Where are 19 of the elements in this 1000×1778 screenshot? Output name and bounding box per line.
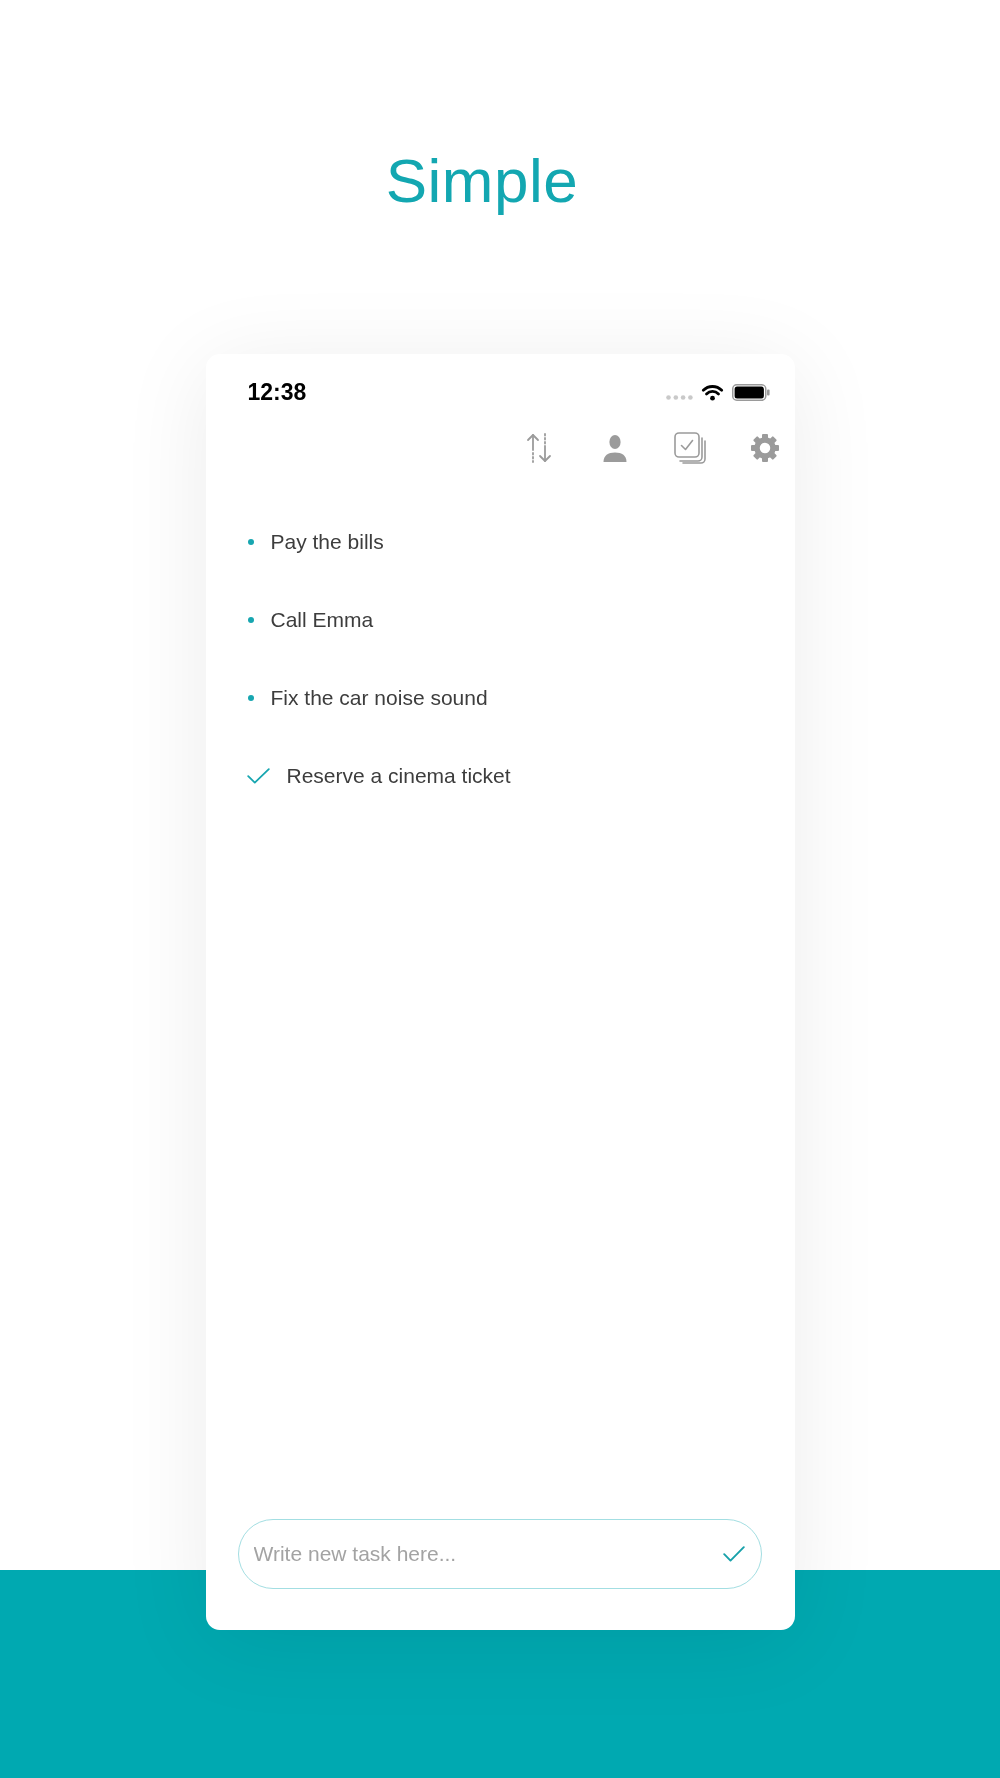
checkbox-stack-icon — [673, 432, 706, 464]
wifi-icon — [699, 383, 725, 401]
completed-tasks-button[interactable] — [673, 432, 706, 464]
account-button[interactable] — [602, 433, 627, 463]
new-task-field[interactable]: Write new task here... — [237, 1519, 762, 1589]
task-text[interactable]: Fix the car noise sound — [270, 685, 488, 711]
sort-icon — [525, 433, 552, 463]
battery-icon — [731, 383, 770, 401]
person-icon — [602, 433, 627, 463]
task-text[interactable]: Pay the bills — [270, 529, 384, 555]
sort-button[interactable] — [525, 433, 552, 463]
settings-icon — [749, 433, 780, 463]
task-text[interactable]: Reserve a cinema ticket — [286, 763, 511, 789]
signal-icon — [665, 394, 693, 400]
status-time: 12:38 — [247, 380, 307, 404]
submit-button[interactable] — [722, 1546, 745, 1562]
check-icon — [722, 1546, 745, 1562]
task-text[interactable]: Call Emma — [270, 607, 374, 633]
settings-button[interactable] — [749, 433, 780, 463]
